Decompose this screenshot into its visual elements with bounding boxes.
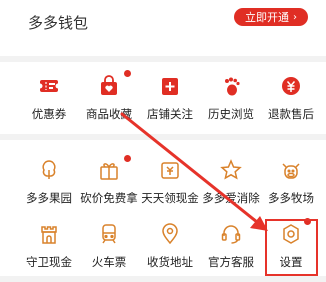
refund-label: 退款售后 xyxy=(268,107,314,121)
daily-cash-item[interactable]: 天天领现金 xyxy=(141,158,199,218)
cash-icon xyxy=(158,158,182,182)
train-ticket-label: 火车票 xyxy=(91,255,127,269)
notification-dot xyxy=(124,155,131,162)
cow-icon xyxy=(279,158,303,182)
gift-icon xyxy=(97,158,121,182)
match-game-label: 多多爱消除 xyxy=(202,191,260,205)
star-icon xyxy=(219,158,243,182)
store-follow-label: 店铺关注 xyxy=(147,107,193,121)
guard-cash-item[interactable]: 守卫现金 xyxy=(20,222,78,282)
guard-cash-label: 守卫现金 xyxy=(26,255,72,269)
daily-cash-label: 天天领现金 xyxy=(141,191,199,205)
coupon-label: 优惠券 xyxy=(31,107,67,121)
wallet-title: 多多钱包 xyxy=(28,14,89,32)
store-follow-item[interactable]: 店铺关注 xyxy=(141,74,199,134)
favorites-bag-icon xyxy=(97,74,121,98)
refund-item[interactable]: 退款售后 xyxy=(262,74,320,134)
ranch-item[interactable]: 多多牧场 xyxy=(262,158,320,218)
orders-shortcuts: 优惠券 商品收藏 店铺关注 历史浏览 退款售后 xyxy=(0,62,326,134)
bargain-label: 砍价免费拿 xyxy=(80,191,138,205)
train-icon xyxy=(97,222,121,246)
favorites-item[interactable]: 商品收藏 xyxy=(80,70,138,134)
refund-icon xyxy=(279,74,303,98)
wallet-card: 多多钱包 立即开通 › xyxy=(0,0,326,56)
coupon-item[interactable]: 优惠券 xyxy=(20,74,78,134)
location-icon xyxy=(158,222,182,246)
footprint-icon xyxy=(219,74,243,98)
match-game-item[interactable]: 多多爱消除 xyxy=(202,158,260,218)
customer-service-label: 官方客服 xyxy=(208,255,254,269)
headset-icon xyxy=(219,222,243,246)
bargain-item[interactable]: 砍价免费拿 xyxy=(80,155,138,218)
wallet-open-button[interactable]: 立即开通 › xyxy=(234,8,308,26)
tree-icon xyxy=(37,158,61,182)
wallet-open-label: 立即开通 xyxy=(245,11,289,24)
address-label: 收货地址 xyxy=(147,255,193,269)
favorites-label: 商品收藏 xyxy=(86,107,132,121)
customer-service-item[interactable]: 官方客服 xyxy=(202,222,260,282)
chevron-right-icon: › xyxy=(293,11,297,23)
store-follow-icon xyxy=(158,74,182,98)
notification-dot xyxy=(124,70,131,77)
ranch-label: 多多牧场 xyxy=(268,191,314,205)
train-ticket-item[interactable]: 火车票 xyxy=(80,222,138,282)
history-item[interactable]: 历史浏览 xyxy=(202,74,260,134)
highlight-box xyxy=(265,219,318,276)
history-label: 历史浏览 xyxy=(208,107,254,121)
orchard-label: 多多果园 xyxy=(26,191,72,205)
orchard-item[interactable]: 多多果园 xyxy=(20,158,78,218)
coupon-icon xyxy=(37,74,61,98)
tower-icon xyxy=(37,222,61,246)
address-item[interactable]: 收货地址 xyxy=(141,222,199,282)
